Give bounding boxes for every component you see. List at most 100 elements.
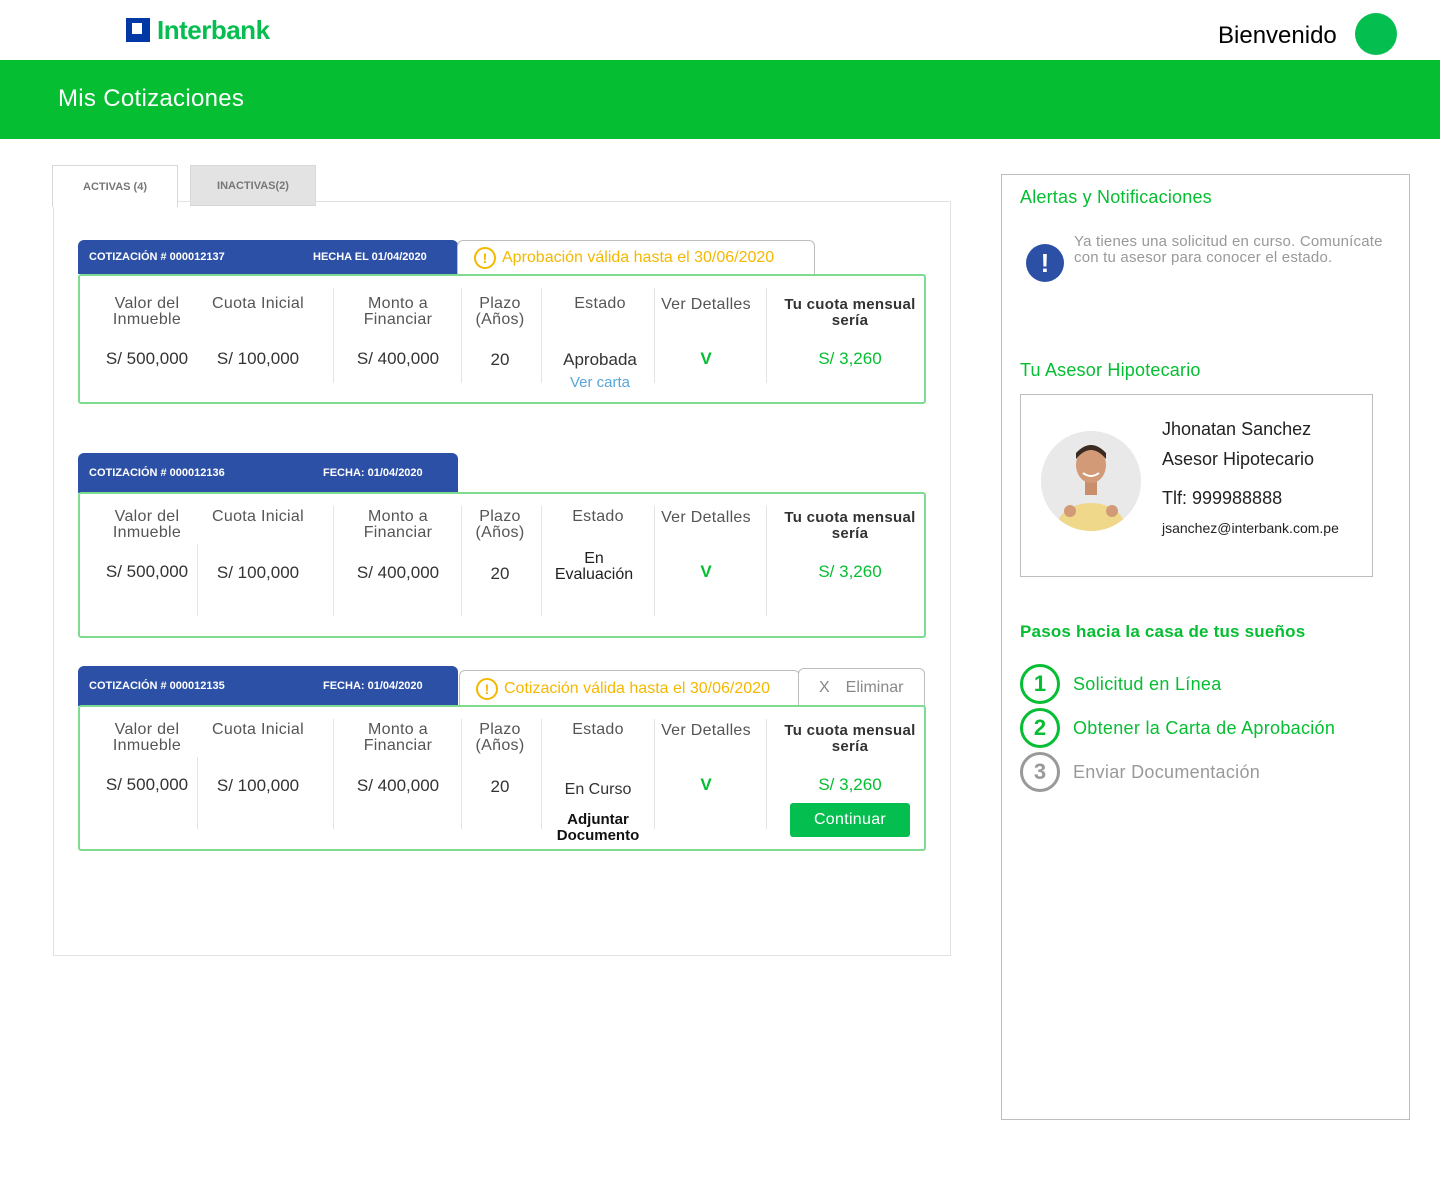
col-label: Plazo (Años) <box>475 508 525 541</box>
col-value: S/ 100,000 <box>216 776 300 795</box>
step-number: 1 <box>1020 664 1060 704</box>
interbank-logo-icon <box>126 18 150 42</box>
advisor-photo <box>1041 431 1141 531</box>
quote-alert: ! Cotización válida hasta el 30/06/2020 <box>459 670 800 706</box>
col-value: S/ 400,000 <box>356 563 440 582</box>
quote-card: COTIZACIÓN # 000012137 HECHA EL 01/04/20… <box>78 240 926 405</box>
quote-body: Valor del Inmueble S/ 500,000 Cuota Inic… <box>78 492 926 638</box>
col-label: Tu cuota mensual sería <box>784 296 916 329</box>
tab-inactivas[interactable]: INACTIVAS(2) <box>190 165 316 206</box>
column-divider <box>333 719 334 829</box>
col-value: 20 <box>490 564 510 583</box>
column-divider <box>461 719 462 829</box>
continue-button[interactable]: Continuar <box>790 803 910 837</box>
col-label: Plazo (Años) <box>475 295 525 328</box>
chevron-down-icon[interactable]: V <box>660 562 752 582</box>
tab-activas[interactable]: ACTIVAS (4) <box>52 165 178 207</box>
col-value: S/ 400,000 <box>356 349 440 368</box>
delete-quote-button[interactable]: X Eliminar <box>798 668 925 706</box>
column-divider <box>461 506 462 616</box>
col-value: 20 <box>490 777 510 796</box>
col-label: Estado <box>572 508 624 525</box>
quote-card: COTIZACIÓN # 000012135 FECHA: 01/04/2020… <box>78 666 926 852</box>
page-title: Mis Cotizaciones <box>58 85 245 112</box>
col-label: Valor del Inmueble <box>112 721 182 754</box>
quote-number: COTIZACIÓN # 000012135 <box>89 680 225 692</box>
ver-carta-link[interactable]: Ver carta <box>548 374 652 391</box>
col-label: Plazo (Años) <box>475 721 525 754</box>
step-number: 2 <box>1020 708 1060 748</box>
col-value: S/ 3,260 <box>818 775 882 794</box>
alert-exclamation-icon: ! <box>1026 244 1064 282</box>
quote-header: COTIZACIÓN # 000012136 FECHA: 01/04/2020 <box>78 453 458 493</box>
page-header: Mis Cotizaciones <box>0 60 1440 139</box>
col-value: S/ 500,000 <box>105 775 189 794</box>
col-label: Valor del Inmueble <box>112 508 182 541</box>
col-value: S/ 500,000 <box>105 349 189 368</box>
chevron-down-icon[interactable]: V <box>660 349 752 369</box>
quote-body: Valor del Inmueble S/ 500,000 Cuota Inic… <box>78 274 926 404</box>
quote-number: COTIZACIÓN # 000012137 <box>89 251 225 263</box>
interbank-logo[interactable]: Interbank <box>126 15 270 45</box>
close-icon: X <box>819 678 830 696</box>
advisor-email[interactable]: jsanchez@interbank.com.pe <box>1162 520 1339 536</box>
col-value: S/ 400,000 <box>356 776 440 795</box>
column-divider <box>766 506 767 616</box>
step-item: 3 Enviar Documentación <box>1020 752 1260 792</box>
chevron-down-icon[interactable]: V <box>660 775 752 795</box>
attach-document-button[interactable]: Adjuntar Documento <box>546 812 650 844</box>
col-value: 20 <box>490 350 510 369</box>
advisor-role: Asesor Hipotecario <box>1162 449 1315 469</box>
col-label: Monto a Financiar <box>363 721 433 754</box>
advisor-title: Tu Asesor Hipotecario <box>1020 360 1201 380</box>
column-divider <box>541 288 542 383</box>
col-label: Ver Detalles <box>661 296 751 313</box>
col-label: Cuota Inicial <box>212 721 304 738</box>
col-label: Tu cuota mensual sería <box>784 722 916 755</box>
quote-card: COTIZACIÓN # 000012136 FECHA: 01/04/2020… <box>78 453 926 639</box>
welcome-text: Bienvenido <box>1218 22 1337 49</box>
col-label: Estado <box>572 721 624 738</box>
col-value: S/ 3,260 <box>818 562 882 581</box>
column-divider <box>541 719 542 829</box>
step-label: Enviar Documentación <box>1073 761 1261 782</box>
column-divider <box>197 544 198 616</box>
col-value: S/ 3,260 <box>818 349 882 368</box>
alert-message: Ya tienes una solicitud en curso. Comuní… <box>1074 233 1383 266</box>
col-label: Monto a Financiar <box>363 295 433 328</box>
column-divider <box>461 288 462 383</box>
quote-alert-text: Cotización válida hasta el 30/06/2020 <box>504 679 770 697</box>
steps-title: Pasos hacia la casa de tus sueños <box>1020 622 1306 641</box>
advisor-photo-icon <box>1041 431 1141 531</box>
quote-header: COTIZACIÓN # 000012135 FECHA: 01/04/2020 <box>78 666 458 706</box>
quote-header: COTIZACIÓN # 000012137 HECHA EL 01/04/20… <box>78 240 458 274</box>
quote-date: HECHA EL 01/04/2020 <box>313 251 427 263</box>
step-label: Solicitud en Línea <box>1073 673 1222 694</box>
col-label: Estado <box>574 295 626 312</box>
col-label: Valor del Inmueble <box>112 295 182 328</box>
warning-icon: ! <box>474 246 496 269</box>
side-panel: Alertas y Notificaciones ! Ya tienes una… <box>1001 174 1410 1120</box>
col-label: Monto a Financiar <box>363 508 433 541</box>
advisor-name: Jhonatan Sanchez <box>1162 419 1312 439</box>
user-avatar-icon[interactable] <box>1355 13 1397 55</box>
step-label: Obtener la Carta de Aprobación <box>1073 717 1336 738</box>
quote-body: Valor del Inmueble S/ 500,000 Cuota Inic… <box>78 705 926 851</box>
step-number: 3 <box>1020 752 1060 792</box>
alerts-title: Alertas y Notificaciones <box>1020 187 1212 207</box>
column-divider <box>333 506 334 616</box>
column-divider <box>333 288 334 383</box>
quote-alert: ! Aprobación válida hasta el 30/06/2020 <box>457 240 815 274</box>
column-divider <box>654 506 655 616</box>
column-divider <box>766 719 767 829</box>
advisor-phone[interactable]: Tlf: 999988888 <box>1162 488 1282 509</box>
top-bar: Interbank Bienvenido <box>0 0 1440 60</box>
col-value: Aprobada <box>563 350 637 369</box>
col-label: Cuota Inicial <box>212 295 304 312</box>
quote-date: FECHA: 01/04/2020 <box>323 680 423 692</box>
column-divider <box>541 506 542 616</box>
col-value: S/ 100,000 <box>216 349 300 368</box>
warning-icon: ! <box>476 677 498 700</box>
col-value: S/ 100,000 <box>216 563 300 582</box>
col-label: Cuota Inicial <box>212 508 304 525</box>
